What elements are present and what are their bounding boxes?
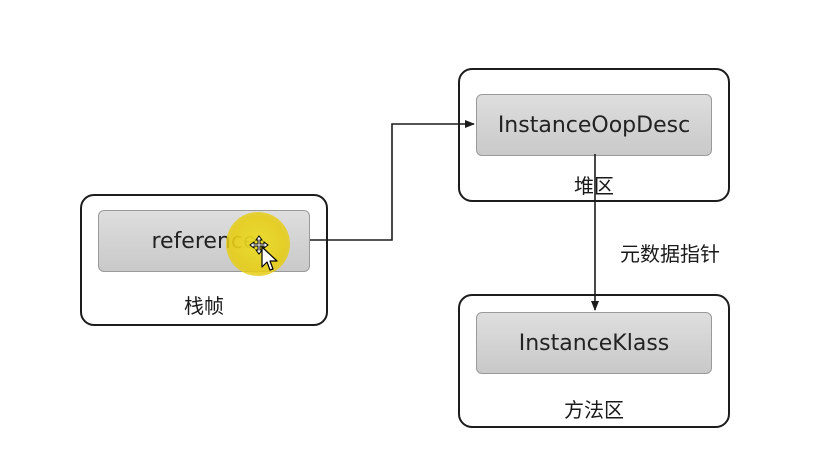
cursor-layer	[249, 235, 278, 271]
diagram-canvas: reference 栈帧 InstanceOopDesc 堆区 Instance…	[0, 0, 827, 464]
mouse-pointer-icon	[261, 246, 278, 271]
